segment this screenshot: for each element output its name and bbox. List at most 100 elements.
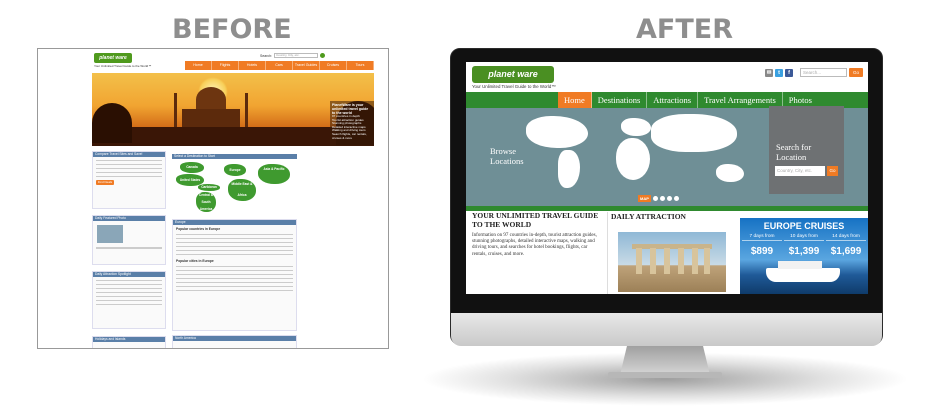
cruise-ship-image: [766, 261, 840, 282]
before-nav: Home Flights Hotels Cars Travel Guides C…: [185, 61, 374, 70]
intro-text: Information on 97 countries in-depth, to…: [472, 233, 597, 257]
before-holidays-title: Holidays and Islands: [93, 337, 165, 342]
carousel-map-tab[interactable]: MAP: [638, 195, 651, 202]
monitor-chin: [451, 313, 882, 346]
temple-roof: [632, 244, 712, 249]
tree-left: [92, 103, 132, 143]
carousel-dot[interactable]: [666, 196, 672, 201]
cruise-days: 7 days from: [742, 234, 782, 241]
after-search-button[interactable]: Go: [849, 68, 863, 77]
facebook-icon[interactable]: f: [785, 69, 793, 77]
before-compare-box: Compare Travel Sites and Save! Find Deal…: [92, 151, 166, 209]
cruise-price: $899: [750, 246, 774, 257]
before-nav-flights[interactable]: Flights: [212, 61, 239, 70]
region-asia-pacific[interactable]: Asia & Pacific: [258, 164, 290, 184]
before-hero-info: PlanetWare is your unlimited travel guid…: [330, 101, 374, 146]
before-nav-hotels[interactable]: Hotels: [239, 61, 266, 70]
region-central-south-america[interactable]: Central & South America: [196, 192, 216, 212]
temple-column: [650, 248, 656, 274]
region-middle-east-africa[interactable]: Middle East & Africa: [228, 179, 256, 201]
before-europe-title: Europe: [173, 220, 296, 225]
minaret-left: [174, 93, 177, 127]
before-featured-photo-box: Daily Featured Photo: [92, 215, 166, 265]
region-caribbean[interactable]: Caribbean: [198, 184, 220, 191]
before-spotlight-box: Daily Attraction Spotlight: [92, 271, 166, 329]
monitor-stand: [620, 345, 710, 375]
cruise-title: EUROPE CRUISES: [763, 221, 845, 231]
before-search: Search: Country, City, etc.: [260, 53, 326, 58]
carousel-indicators: MAP: [638, 195, 679, 202]
temple-column: [664, 248, 670, 274]
monitor-foot: [608, 372, 722, 378]
before-featured-title: Daily Featured Photo: [93, 216, 165, 221]
before-nav-travel-guides[interactable]: Travel Guides: [293, 61, 320, 70]
cruise-price-7: 7 days from $899: [742, 234, 782, 259]
before-hero-info-item: Search flights, car rentals, cruises & m…: [332, 131, 367, 140]
before-nav-cruises[interactable]: Cruises: [320, 61, 347, 70]
browse-locations[interactable]: Browse Locations: [490, 146, 524, 166]
intro-column: YOUR UNLIMITED TRAVEL GUIDE TO THE WORLD…: [472, 211, 600, 258]
before-nav-cars[interactable]: Cars: [266, 61, 293, 70]
world-map-banner[interactable]: Browse Locations Search for Location Cou…: [466, 106, 868, 206]
after-nav-attractions[interactable]: Attractions: [647, 92, 699, 108]
after-tagline: Your Unlimited Travel Guide to the World…: [472, 84, 556, 89]
carousel-dot[interactable]: [673, 196, 679, 201]
search-location-title: Search for Location: [776, 142, 811, 162]
before-holidays-box: Holidays and Islands: [92, 336, 166, 348]
after-nav-home[interactable]: Home: [558, 92, 592, 108]
after-label: AFTER: [636, 14, 733, 45]
after-search-input[interactable]: Search...: [800, 68, 847, 77]
temple-column: [636, 248, 642, 274]
search-for-line1: Search for: [776, 142, 812, 152]
region-europe[interactable]: Europe: [224, 164, 246, 176]
before-find-deals-button[interactable]: Find Deals: [96, 180, 114, 185]
before-europe-box: Europe Popular countries in Europe Popul…: [172, 219, 297, 331]
browse-line2: Locations: [490, 156, 524, 166]
before-logo[interactable]: planet ware: [94, 53, 132, 63]
share-icon[interactable]: ✉: [765, 69, 773, 77]
europe-cruises-ad[interactable]: EUROPE CRUISES 7 days from $899 10 days …: [740, 218, 868, 294]
browse-line1: Browse: [490, 146, 516, 156]
before-compare-title: Compare Travel Sites and Save!: [93, 152, 165, 157]
imac-monitor: planet ware Your Unlimited Travel Guide …: [450, 48, 883, 346]
after-page-screenshot: planet ware Your Unlimited Travel Guide …: [466, 62, 868, 294]
location-go-button[interactable]: Go: [827, 166, 838, 176]
intro-heading: YOUR UNLIMITED TRAVEL GUIDE TO THE WORLD: [472, 211, 599, 229]
before-north-america-box: North America: [172, 335, 297, 348]
cruise-days: 10 days from: [784, 234, 824, 241]
before-search-button[interactable]: [320, 53, 326, 58]
europe-shape: [621, 118, 651, 136]
before-map-title: Select a Destination to Start: [172, 154, 297, 159]
temple-column: [692, 248, 698, 274]
north-america-shape: [526, 116, 588, 148]
after-logo[interactable]: planet ware: [472, 66, 554, 83]
before-north-america-title: North America: [173, 336, 296, 341]
temple-column: [678, 248, 684, 274]
before-nav-home[interactable]: Home: [185, 61, 212, 70]
south-america-shape: [558, 150, 580, 188]
before-popular-cities: Popular cities in Europe: [176, 259, 214, 263]
search-location-panel: Search for Location Country, City, etc. …: [769, 106, 844, 194]
social-icons: ✉ t f: [765, 69, 793, 77]
africa-shape: [616, 138, 650, 180]
carousel-dot[interactable]: [652, 196, 658, 201]
before-spotlight-title: Daily Attraction Spotlight: [93, 272, 165, 277]
cruise-price-10: 10 days from $1,399: [784, 234, 824, 259]
twitter-icon[interactable]: t: [775, 69, 783, 77]
before-tagline: Your Unlimited Travel Guide to the World…: [94, 64, 152, 68]
search-for-line2: Location: [776, 152, 807, 162]
minaret-right: [245, 93, 248, 127]
daily-attraction-column: DAILY ATTRACTION: [607, 212, 733, 294]
daily-attraction-heading: DAILY ATTRACTION: [611, 212, 686, 221]
taj-base: [182, 109, 240, 127]
location-input[interactable]: Country, City, etc.: [775, 166, 825, 176]
parthenon-photo[interactable]: [618, 232, 726, 292]
after-nav-destinations[interactable]: Destinations: [592, 92, 648, 108]
carousel-dot[interactable]: [659, 196, 665, 201]
region-canada[interactable]: Canada: [180, 162, 204, 173]
before-search-input[interactable]: Country, City, etc.: [274, 53, 319, 58]
before-popular-countries: Popular countries in Europe: [176, 227, 221, 231]
before-nav-tours[interactable]: Tours: [347, 61, 374, 70]
cruise-price: $1,699: [830, 246, 862, 257]
featured-photo[interactable]: [97, 225, 123, 243]
